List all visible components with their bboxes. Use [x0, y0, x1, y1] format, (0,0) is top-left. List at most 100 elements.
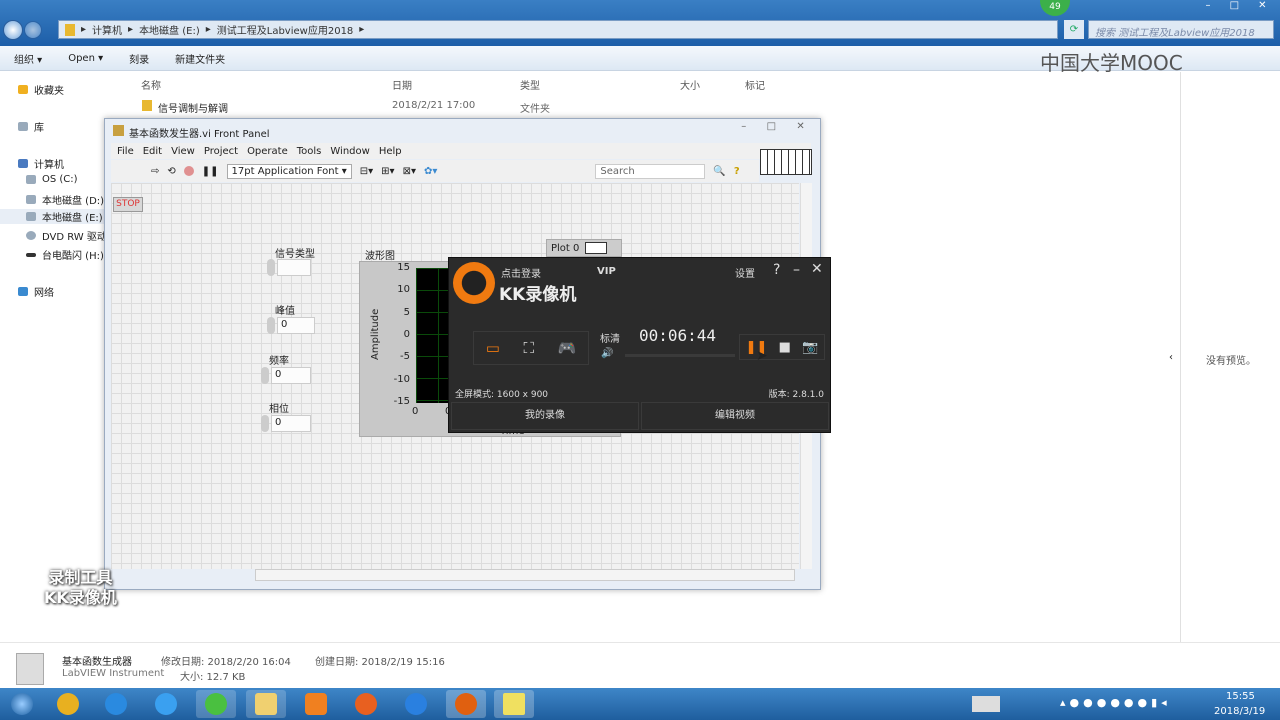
- window-controls[interactable]: – □ ✕: [1196, 0, 1276, 16]
- align-icon[interactable]: ⊟▾: [360, 166, 373, 177]
- volume-icon[interactable]: 🔊: [601, 348, 613, 359]
- signal-type-input[interactable]: [277, 259, 311, 276]
- taskbar-app-explorer[interactable]: [246, 690, 286, 718]
- breadcrumb-item[interactable]: 测试工程及Labview应用2018: [217, 22, 354, 37]
- frequency-stepper[interactable]: [261, 367, 269, 384]
- login-link[interactable]: 点击登录: [501, 265, 541, 280]
- organize-button[interactable]: 组织 ▾: [14, 51, 42, 66]
- column-size[interactable]: 大小: [680, 77, 700, 92]
- sidebar-item-h[interactable]: 台电酷闪 (H:): [26, 247, 104, 262]
- menu-view[interactable]: View: [171, 146, 195, 157]
- help-icon[interactable]: ?: [734, 166, 740, 177]
- address-bar[interactable]: ▸ 计算机 ▸ 本地磁盘 (E:) ▸ 测试工程及Labview应用2018 ▸: [58, 20, 1058, 39]
- menu-help[interactable]: Help: [379, 146, 402, 157]
- font-select[interactable]: 17pt Application Font ▾: [226, 163, 352, 179]
- search-input[interactable]: 搜索 测试工程及Labview应用2018: [1088, 20, 1274, 39]
- maximize-icon[interactable]: □: [767, 121, 776, 135]
- column-type[interactable]: 类型: [520, 77, 540, 92]
- system-tray-icons[interactable]: ▴●●●●●●▮◂: [1060, 696, 1171, 709]
- plot-legend[interactable]: Plot 0: [546, 239, 622, 257]
- fullscreen-mode-icon[interactable]: ▭: [486, 339, 500, 357]
- resize-icon[interactable]: ⊠▾: [403, 166, 416, 177]
- stop-icon[interactable]: ■: [779, 340, 791, 355]
- amplitude-input[interactable]: 0: [277, 317, 315, 334]
- sidebar-item-e[interactable]: 本地磁盘 (E:): [0, 209, 110, 224]
- menu-window[interactable]: Window: [330, 146, 369, 157]
- vip-badge[interactable]: VIP: [597, 266, 616, 277]
- column-date[interactable]: 日期: [392, 77, 412, 92]
- taskbar-app-kk[interactable]: [446, 690, 486, 718]
- column-tags[interactable]: 标记: [745, 77, 765, 92]
- minimize-icon[interactable]: –: [741, 121, 746, 135]
- run-continuous-icon[interactable]: ⟲: [167, 166, 175, 177]
- file-name: 信号调制与解调: [158, 104, 228, 115]
- minimize-icon[interactable]: –: [793, 262, 800, 278]
- forward-button[interactable]: [24, 21, 42, 39]
- taskbar-app-firefox[interactable]: [346, 690, 386, 718]
- open-button[interactable]: Open ▾: [68, 53, 103, 64]
- phase-input[interactable]: 0: [271, 415, 311, 432]
- close-icon[interactable]: ✕: [811, 261, 823, 277]
- menu-project[interactable]: Project: [204, 146, 238, 157]
- close-icon[interactable]: ✕: [796, 121, 804, 135]
- region-mode-icon[interactable]: ⛶: [523, 339, 534, 357]
- game-mode-icon[interactable]: 🎮: [558, 339, 577, 357]
- horizontal-scrollbar[interactable]: [255, 569, 795, 581]
- taskbar-app-360[interactable]: [48, 690, 88, 718]
- run-icon[interactable]: ⇨: [151, 166, 159, 177]
- edit-video-button[interactable]: 编辑视频: [641, 402, 829, 430]
- taskbar-app-labview[interactable]: [494, 690, 534, 718]
- sidebar-item-network[interactable]: 网络: [18, 284, 54, 299]
- taskbar-app-ie[interactable]: [146, 690, 186, 718]
- start-button[interactable]: [2, 690, 42, 718]
- phase-stepper[interactable]: [261, 415, 269, 432]
- connector-pane-icon[interactable]: [760, 149, 812, 175]
- stop-button[interactable]: STOP: [113, 197, 143, 212]
- breadcrumb-item[interactable]: 本地磁盘 (E:): [139, 22, 200, 37]
- new-folder-button[interactable]: 新建文件夹: [175, 51, 225, 66]
- frequency-input[interactable]: 0: [271, 367, 311, 384]
- clock-time[interactable]: 15:55: [1226, 691, 1255, 702]
- back-button[interactable]: [3, 20, 23, 40]
- taskbar-app-sogou[interactable]: [396, 690, 436, 718]
- sidebar-item-computer[interactable]: 计算机: [18, 156, 64, 171]
- taskbar-app-ie-blue[interactable]: [96, 690, 136, 718]
- refresh-icon[interactable]: ⟳: [1064, 20, 1084, 39]
- sidebar-item-favorites[interactable]: 收藏夹: [18, 82, 64, 97]
- chevron-left-icon[interactable]: ‹: [1169, 352, 1173, 363]
- menu-operate[interactable]: Operate: [247, 146, 288, 157]
- menu-file[interactable]: File: [117, 146, 134, 157]
- volume-slider[interactable]: [625, 354, 735, 357]
- menu-tools[interactable]: Tools: [297, 146, 322, 157]
- my-videos-button[interactable]: 我的录像: [451, 402, 639, 430]
- close-icon[interactable]: ✕: [1258, 0, 1266, 16]
- column-name[interactable]: 名称: [141, 77, 161, 92]
- camera-icon[interactable]: 📷: [802, 340, 818, 355]
- search-icon[interactable]: 🔍: [713, 166, 725, 177]
- abort-icon[interactable]: [183, 166, 194, 176]
- quality-select[interactable]: 标清: [600, 330, 620, 345]
- taskbar-app-360browser[interactable]: [196, 690, 236, 718]
- clock-date[interactable]: 2018/3/19: [1214, 706, 1265, 717]
- maximize-icon[interactable]: □: [1230, 0, 1239, 16]
- sidebar-item-libraries[interactable]: 库: [18, 119, 44, 134]
- search-input[interactable]: Search: [595, 163, 706, 179]
- burn-button[interactable]: 刻录: [129, 51, 149, 66]
- sidebar-item-dvd[interactable]: DVD RW 驱动: [26, 228, 107, 243]
- tray-input-indicator[interactable]: [972, 696, 1000, 712]
- minimize-icon[interactable]: –: [1206, 0, 1211, 16]
- breadcrumb-item[interactable]: 计算机: [92, 22, 122, 37]
- settings-button[interactable]: 设置: [735, 265, 755, 280]
- amplitude-stepper[interactable]: [267, 317, 275, 334]
- help-icon[interactable]: ?: [773, 262, 780, 278]
- sidebar-item-c[interactable]: OS (C:): [26, 174, 78, 185]
- distribute-icon[interactable]: ⊞▾: [381, 166, 394, 177]
- file-row[interactable]: 信号调制与解调 2018/2/21 17:00 文件夹: [142, 99, 642, 115]
- window-controls[interactable]: – □ ✕: [731, 121, 815, 135]
- signal-type-stepper[interactable]: [267, 259, 275, 276]
- taskbar-app-media[interactable]: [296, 690, 336, 718]
- menu-edit[interactable]: Edit: [143, 146, 162, 157]
- reorder-icon[interactable]: ✿▾: [424, 166, 437, 177]
- pause-icon[interactable]: ❚❚: [202, 166, 219, 177]
- sidebar-item-d[interactable]: 本地磁盘 (D:): [26, 192, 104, 207]
